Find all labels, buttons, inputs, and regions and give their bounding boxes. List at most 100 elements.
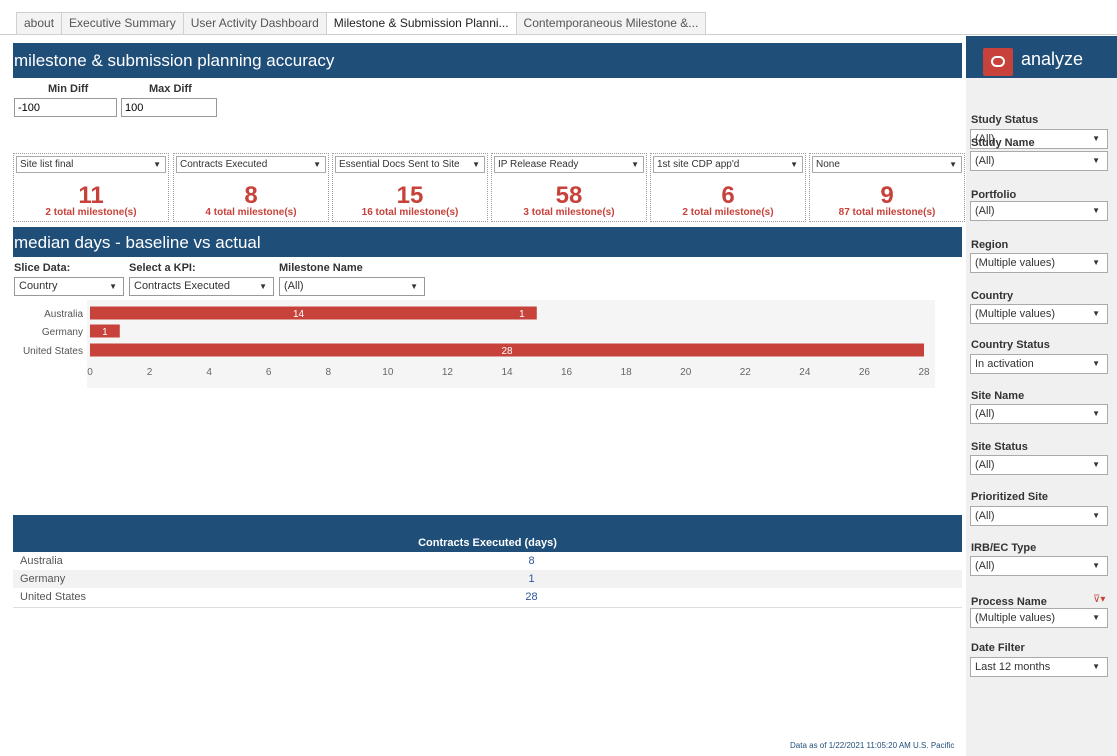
kpi-select-value: Contracts Executed xyxy=(134,280,230,292)
slice-data-value: Country xyxy=(19,280,58,292)
x-tick-label: 0 xyxy=(87,367,93,378)
milestone-selector[interactable]: Essential Docs Sent to Site ▼ xyxy=(335,156,485,173)
milestone-selector[interactable]: None ▼ xyxy=(812,156,962,173)
dropdown-arrow-icon: ▼ xyxy=(1092,359,1100,368)
dropdown-arrow-icon: ▼ xyxy=(259,282,267,291)
slice-data-label: Slice Data: xyxy=(14,262,71,274)
x-tick-label: 2 xyxy=(147,367,153,378)
dropdown-arrow-icon: ▼ xyxy=(109,282,117,291)
brand-header: analyze xyxy=(966,36,1117,78)
milestone-selector[interactable]: Site list final ▼ xyxy=(16,156,166,173)
bar-data-label: 1 xyxy=(102,327,108,338)
table-row: United States 28 xyxy=(13,588,962,606)
filter-country-status[interactable]: In activation ▼ xyxy=(970,354,1108,374)
tab-about[interactable]: about xyxy=(16,12,62,35)
filter-label-site-name: Site Name xyxy=(971,390,1025,402)
table-divider xyxy=(13,607,962,608)
oracle-logo-icon xyxy=(983,48,1013,76)
min-diff-label: Min Diff xyxy=(48,83,89,95)
kpi-subtitle: 2 total milestone(s) xyxy=(45,207,137,218)
max-diff-label: Max Diff xyxy=(149,83,192,95)
tab-list: about Executive Summary User Activity Da… xyxy=(16,12,707,35)
filter-portfolio[interactable]: (All) ▼ xyxy=(970,201,1108,221)
table-row: Germany 1 xyxy=(13,570,962,588)
dropdown-arrow-icon: ▼ xyxy=(1092,309,1100,318)
dropdown-arrow-icon: ▼ xyxy=(1092,134,1100,143)
section-header-median-days: median days - baseline vs actual xyxy=(13,227,962,257)
milestone-name-label: Milestone Name xyxy=(279,262,363,274)
filter-study-name[interactable]: (All) ▼ xyxy=(970,151,1108,171)
filter-country[interactable]: (Multiple values) ▼ xyxy=(970,304,1108,324)
filter-irb-ec-type[interactable]: (All) ▼ xyxy=(970,556,1108,576)
tab-bar: about Executive Summary User Activity Da… xyxy=(0,0,1117,35)
dropdown-arrow-icon: ▼ xyxy=(1092,613,1100,622)
filter-value: (All) xyxy=(975,155,995,167)
tab-milestone-submission-planning[interactable]: Milestone & Submission Planni... xyxy=(325,12,516,35)
x-tick-label: 26 xyxy=(859,367,871,378)
bar-data-label: 14 xyxy=(293,309,305,320)
table-column-header: Contracts Executed (days) xyxy=(418,537,557,549)
kpi-subtitle: 16 total milestone(s) xyxy=(361,207,459,218)
filter-value: In activation xyxy=(975,358,1034,370)
kpi-card: None ▼ 9 87 total milestone(s) xyxy=(809,153,965,222)
row-value: 1 xyxy=(528,573,535,585)
filter-value: (Multiple values) xyxy=(975,612,1056,624)
min-diff-input[interactable] xyxy=(14,98,117,117)
bar-data-label: 1 xyxy=(519,309,525,320)
x-tick-label: 20 xyxy=(680,367,692,378)
dropdown-arrow-icon: ▼ xyxy=(153,160,161,169)
dropdown-arrow-icon: ▼ xyxy=(410,282,418,291)
data-timestamp: Data as of 1/22/2021 11:05:20 AM U.S. Pa… xyxy=(790,741,955,750)
dropdown-arrow-icon: ▼ xyxy=(1092,561,1100,570)
filter-label-irb-ec-type: IRB/EC Type xyxy=(971,542,1037,554)
category-label: Australia xyxy=(44,309,83,320)
tab-contemporaneous-milestone[interactable]: Contemporaneous Milestone &... xyxy=(515,12,707,35)
filter-prioritized-site[interactable]: (All) ▼ xyxy=(970,506,1108,526)
milestone-selector[interactable]: IP Release Ready ▼ xyxy=(494,156,644,173)
section-title: median days - baseline vs actual xyxy=(14,233,261,252)
filter-value: (All) xyxy=(975,205,995,217)
filter-site-name[interactable]: (All) ▼ xyxy=(970,404,1108,424)
kpi-subtitle: 2 total milestone(s) xyxy=(682,207,774,218)
milestone-selector[interactable]: Contracts Executed ▼ xyxy=(176,156,326,173)
dropdown-arrow-icon: ▼ xyxy=(790,160,798,169)
filter-region[interactable]: (Multiple values) ▼ xyxy=(970,253,1108,273)
bar[interactable] xyxy=(90,306,537,320)
filter-value: (Multiple values) xyxy=(975,257,1056,269)
filter-label-study-status: Study Status xyxy=(971,114,1039,126)
milestone-selector-value: 1st site CDP app'd xyxy=(657,159,740,170)
kpi-select-label: Select a KPI: xyxy=(129,262,196,274)
x-tick-label: 28 xyxy=(918,367,930,378)
category-label: Germany xyxy=(42,327,83,338)
filter-label-country: Country xyxy=(971,290,1014,302)
filter-process-name[interactable]: (Multiple values) ▼ xyxy=(970,608,1108,628)
slice-data-dropdown[interactable]: Country ▼ xyxy=(14,277,124,296)
clear-filter-icon[interactable]: ⊽▾ xyxy=(1093,594,1105,605)
dropdown-arrow-icon: ▼ xyxy=(1092,258,1100,267)
tab-executive-summary[interactable]: Executive Summary xyxy=(61,12,183,35)
kpi-value: 15 xyxy=(396,182,424,209)
filter-value: (All) xyxy=(975,560,995,572)
dropdown-arrow-icon: ▼ xyxy=(631,160,639,169)
filter-value: (Multiple values) xyxy=(975,308,1056,320)
category-label: United States xyxy=(23,346,83,357)
kpi-value: 9 xyxy=(880,182,894,209)
kpi-card: Essential Docs Sent to Site ▼ 15 16 total… xyxy=(332,153,488,222)
kpi-select-dropdown[interactable]: Contracts Executed ▼ xyxy=(129,277,274,296)
x-tick-label: 8 xyxy=(326,367,332,378)
filter-value: (All) xyxy=(975,510,995,522)
filter-date-filter[interactable]: Last 12 months ▼ xyxy=(970,657,1108,677)
milestone-selector-value: Essential Docs Sent to Site xyxy=(339,159,460,170)
kpi-subtitle: 4 total milestone(s) xyxy=(205,207,297,218)
kpi-card: Contracts Executed ▼ 8 4 total milestone(… xyxy=(173,153,329,222)
milestone-selector-value: Contracts Executed xyxy=(180,159,268,170)
dropdown-arrow-icon: ▼ xyxy=(1092,460,1100,469)
kpi-value: 11 xyxy=(78,182,104,209)
milestone-selector[interactable]: 1st site CDP app'd ▼ xyxy=(653,156,803,173)
tab-user-activity-dashboard[interactable]: User Activity Dashboard xyxy=(182,12,326,35)
kpi-subtitle: 87 total milestone(s) xyxy=(838,207,936,218)
max-diff-input[interactable] xyxy=(121,98,217,117)
x-tick-label: 24 xyxy=(799,367,811,378)
milestone-name-dropdown[interactable]: (All) ▼ xyxy=(279,277,425,296)
filter-site-status[interactable]: (All) ▼ xyxy=(970,455,1108,475)
